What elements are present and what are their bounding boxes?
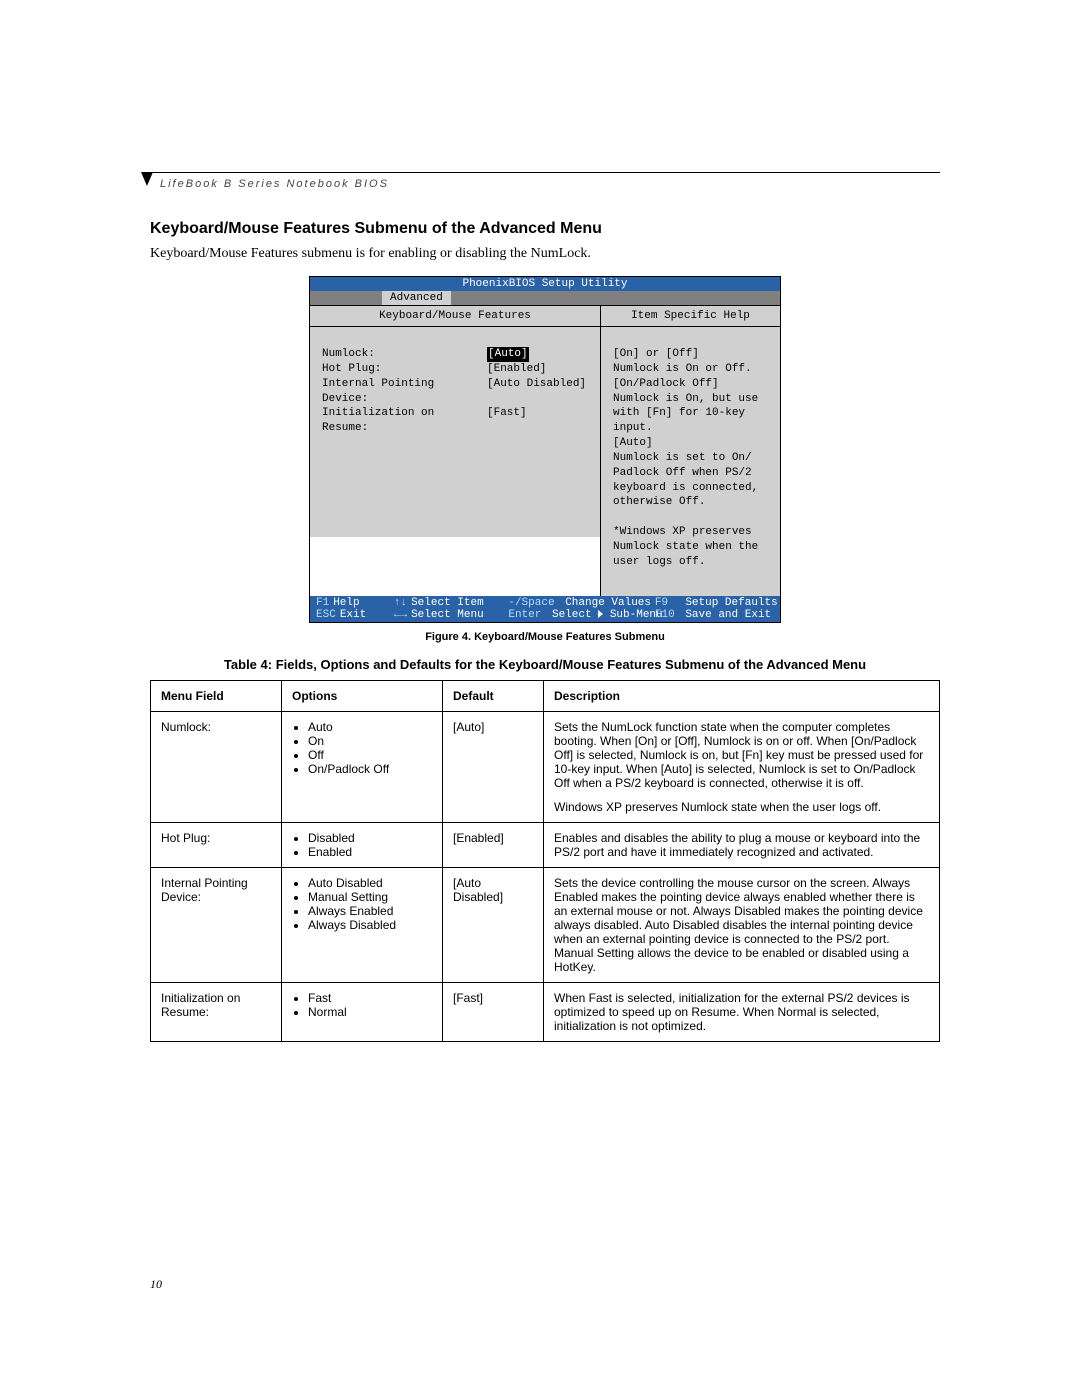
- bios-help-line: Numlock is On or Off.: [613, 362, 770, 377]
- bios-help-line: keyboard is connected,: [613, 481, 770, 496]
- bios-tab-advanced[interactable]: Advanced: [382, 291, 451, 305]
- cell-options: DisabledEnabled: [282, 822, 443, 867]
- cell-options: AutoOnOffOn/Padlock Off: [282, 711, 443, 822]
- bios-title: PhoenixBIOS Setup Utility: [310, 277, 780, 291]
- bios-field-label: Initialization on Resume:: [322, 406, 487, 436]
- bios-help-line: Numlock is On, but use: [613, 392, 770, 407]
- bios-help-line: [On/Padlock Off]: [613, 377, 770, 392]
- bios-help-line: Numlock is set to On/: [613, 451, 770, 466]
- bios-field-value[interactable]: [Enabled]: [487, 362, 546, 377]
- table-row: Internal Pointing Device:Auto DisabledMa…: [151, 867, 940, 982]
- option-item: Off: [308, 748, 432, 762]
- figure-caption: Figure 4. Keyboard/Mouse Features Submen…: [150, 631, 940, 643]
- bios-right-header: Item Specific Help: [601, 306, 780, 327]
- option-item: On: [308, 734, 432, 748]
- bios-help-line: *Windows XP preserves: [613, 525, 770, 540]
- bios-help-line: [Auto]: [613, 436, 770, 451]
- cell-default: [Auto]: [443, 711, 544, 822]
- option-item: Fast: [308, 991, 432, 1005]
- option-item: Auto Disabled: [308, 876, 432, 890]
- section-title: Keyboard/Mouse Features Submenu of the A…: [150, 220, 940, 238]
- cell-description: Enables and disables the ability to plug…: [544, 822, 940, 867]
- bios-field-label: Numlock:: [322, 347, 487, 362]
- bios-field-label: Internal Pointing Device:: [322, 377, 487, 407]
- th-description: Description: [544, 680, 940, 711]
- th-options: Options: [282, 680, 443, 711]
- bios-left-header: Keyboard/Mouse Features: [310, 306, 600, 327]
- cell-description: When Fast is selected, initialization fo…: [544, 982, 940, 1041]
- cell-default: [Auto Disabled]: [443, 867, 544, 982]
- table-row: Initialization on Resume:FastNormal[Fast…: [151, 982, 940, 1041]
- cell-field: Hot Plug:: [151, 822, 282, 867]
- bios-field-value[interactable]: [Fast]: [487, 406, 527, 436]
- bios-help-line: [613, 510, 770, 525]
- bios-help-line: with [Fn] for 10-key: [613, 406, 770, 421]
- bios-field-label: Hot Plug:: [322, 362, 487, 377]
- option-item: Always Disabled: [308, 918, 432, 932]
- option-item: Normal: [308, 1005, 432, 1019]
- table-header-row: Menu Field Options Default Description: [151, 680, 940, 711]
- cell-field: Internal Pointing Device:: [151, 867, 282, 982]
- bios-footer: F1Help ↑↓Select Item -/Space Change Valu…: [310, 596, 780, 622]
- option-item: Disabled: [308, 831, 432, 845]
- option-item: Manual Setting: [308, 890, 432, 904]
- page-number: 10: [150, 1277, 162, 1292]
- cell-description: Sets the NumLock function state when the…: [544, 711, 940, 822]
- option-item: On/Padlock Off: [308, 762, 432, 776]
- bios-field-value-selected[interactable]: [Auto]: [487, 347, 529, 362]
- bios-help-line: input.: [613, 421, 770, 436]
- running-header: LifeBook B Series Notebook BIOS: [160, 178, 389, 190]
- bios-tabs: Advanced: [310, 291, 780, 305]
- bios-help-line: Numlock state when the: [613, 540, 770, 555]
- bios-help: [On] or [Off]Numlock is On or Off.[On/Pa…: [601, 327, 780, 596]
- bios-help-line: otherwise Off.: [613, 495, 770, 510]
- bios-help-line: [On] or [Off]: [613, 347, 770, 362]
- cell-options: Auto DisabledManual SettingAlways Enable…: [282, 867, 443, 982]
- header-rule: [147, 172, 940, 173]
- bios-window: PhoenixBIOS Setup Utility Advanced Keybo…: [309, 276, 781, 623]
- header-arrow-icon: [141, 172, 153, 186]
- options-table: Menu Field Options Default Description N…: [150, 680, 940, 1042]
- table-title: Table 4: Fields, Options and Defaults fo…: [150, 657, 940, 672]
- bios-fields: Numlock: [Auto] Hot Plug: [Enabled] Inte…: [310, 327, 600, 537]
- cell-default: [Enabled]: [443, 822, 544, 867]
- section-intro: Keyboard/Mouse Features submenu is for e…: [150, 246, 940, 262]
- cell-description: Sets the device controlling the mouse cu…: [544, 867, 940, 982]
- th-default: Default: [443, 680, 544, 711]
- bios-help-line: user logs off.: [613, 555, 770, 570]
- bios-help-line: Padlock Off when PS/2: [613, 466, 770, 481]
- option-item: Auto: [308, 720, 432, 734]
- cell-options: FastNormal: [282, 982, 443, 1041]
- table-row: Hot Plug:DisabledEnabled[Enabled]Enables…: [151, 822, 940, 867]
- table-row: Numlock:AutoOnOffOn/Padlock Off[Auto]Set…: [151, 711, 940, 822]
- option-item: Always Enabled: [308, 904, 432, 918]
- cell-default: [Fast]: [443, 982, 544, 1041]
- bios-field-value[interactable]: [Auto Disabled]: [487, 377, 586, 407]
- option-item: Enabled: [308, 845, 432, 859]
- cell-field: Initialization on Resume:: [151, 982, 282, 1041]
- th-field: Menu Field: [151, 680, 282, 711]
- triangle-right-icon: [598, 610, 603, 618]
- cell-field: Numlock:: [151, 711, 282, 822]
